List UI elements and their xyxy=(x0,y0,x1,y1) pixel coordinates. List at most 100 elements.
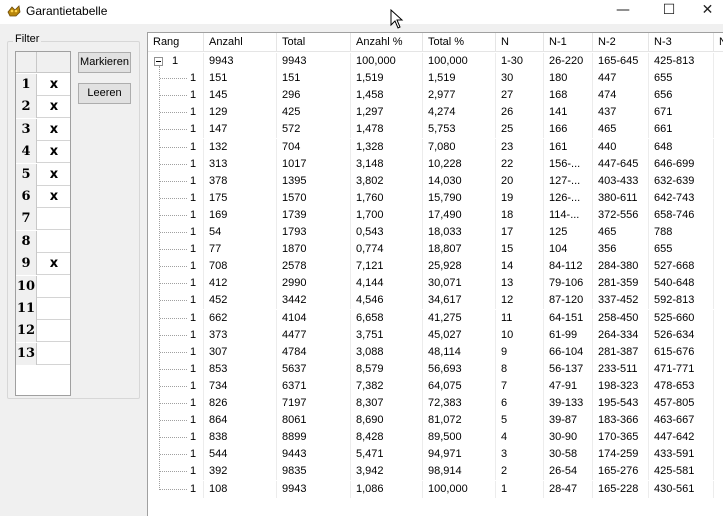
column-header[interactable]: N-2 xyxy=(593,33,649,52)
table-row[interactable]: 1 175 1570 1,760 15,790 19 126-... 380-611 642-7… xyxy=(148,189,723,207)
table-row[interactable]: 1 169 1739 1,700 17,490 18 114-... 372-556 658-7… xyxy=(148,206,723,224)
filter-row-mark[interactable]: x xyxy=(38,141,70,163)
filter-row[interactable]: 4x xyxy=(16,141,70,164)
markieren-button[interactable]: Markieren xyxy=(78,52,131,73)
table-row[interactable]: 1 864 8061 8,690 81,072 5 39-87 183-366 463-667 xyxy=(148,412,723,430)
table-cell: 4,144 xyxy=(351,275,423,293)
filter-row-mark[interactable] xyxy=(38,320,70,342)
table-cell: 6,658 xyxy=(351,309,423,327)
column-header[interactable]: N-1 xyxy=(544,33,593,52)
table-cell: 3,751 xyxy=(351,326,423,344)
filter-row-mark[interactable] xyxy=(38,276,70,298)
filter-row-mark[interactable]: x xyxy=(38,164,70,186)
table-row[interactable]: 1 313 1017 3,148 10,228 22 156-... 447-645 646-6… xyxy=(148,155,723,173)
tree-connector xyxy=(160,129,187,131)
table-row[interactable]: 1 307 4784 3,088 48,114 9 66-104 281-387 615-676 xyxy=(148,343,723,361)
filter-row-mark[interactable] xyxy=(38,343,70,365)
table-cell: 34,617 xyxy=(423,292,496,310)
table-row[interactable]: 1 392 9835 3,942 98,914 2 26-54 165-276 425-581 xyxy=(148,463,723,481)
filter-row[interactable]: 5x xyxy=(16,163,70,186)
table-row[interactable]: 1 452 3442 4,546 34,617 12 87-120 337-452 592-81… xyxy=(148,292,723,310)
table-row[interactable]: 1 129 425 1,297 4,274 26 141 437 671 xyxy=(148,104,723,122)
collapse-icon[interactable] xyxy=(154,57,163,66)
column-header[interactable]: Anzahl % xyxy=(351,33,423,52)
table-cell: 166 xyxy=(544,121,593,139)
filter-grid[interactable]: 1 x 2 x 3 x 4 x 5 x 6 x 7 8 9 x 10 11 12 13 xyxy=(15,51,71,396)
close-button[interactable]: ✕ xyxy=(692,0,723,22)
table-row[interactable]: 1 708 2578 7,121 25,928 14 84-112 284-380 527-66… xyxy=(148,258,723,276)
table-cell: 18 xyxy=(496,206,544,224)
filter-row[interactable]: 12 xyxy=(16,320,70,343)
filter-row-mark[interactable]: x xyxy=(38,119,70,141)
filter-row[interactable]: 10 xyxy=(16,275,70,298)
table-cell xyxy=(714,446,723,463)
column-header[interactable]: Total xyxy=(277,33,351,52)
table-cell: 7,121 xyxy=(351,258,423,276)
filter-row-mark[interactable] xyxy=(38,231,70,253)
table-cell: 3442 xyxy=(277,292,351,310)
column-header[interactable]: Anzahl xyxy=(204,33,277,52)
table-cell: 1017 xyxy=(277,155,351,173)
column-header[interactable]: N xyxy=(714,33,723,52)
column-header[interactable]: N xyxy=(496,33,544,52)
table-cell: 100,000 xyxy=(423,480,496,498)
table-cell: 125 xyxy=(544,224,593,241)
table-cell: 1 xyxy=(496,480,544,498)
filter-row[interactable]: 1x xyxy=(16,74,70,96)
table-cell: 2990 xyxy=(277,275,351,293)
filter-row-mark[interactable]: x xyxy=(38,186,70,208)
table-row[interactable]: 1 147 572 1,478 5,753 25 166 465 661 xyxy=(148,121,723,139)
filter-row[interactable]: 2x xyxy=(16,96,70,119)
table-row[interactable]: 1 378 1395 3,802 14,030 20 127-... 403-433 632-6… xyxy=(148,172,723,190)
table-row[interactable]: 1 54 1793 0,543 18,033 17 125 465 788 xyxy=(148,224,723,241)
leeren-button[interactable]: Leeren xyxy=(78,83,131,104)
table-row[interactable]: 1 662 4104 6,658 41,275 11 64-151 258-450 525-66… xyxy=(148,309,723,327)
column-header[interactable]: N-3 xyxy=(649,33,714,52)
table-cell: 544 xyxy=(204,446,277,464)
minimize-button[interactable]: — xyxy=(600,0,646,22)
table-row[interactable]: 1 145 296 1,458 2,977 27 168 474 656 xyxy=(148,87,723,105)
table-cell: 1,086 xyxy=(351,480,423,498)
table-cell: 30,071 xyxy=(423,275,496,293)
filter-row-mark[interactable]: x xyxy=(38,253,70,275)
filter-row[interactable]: 9x xyxy=(16,253,70,276)
table-cell: 64-151 xyxy=(544,309,593,327)
table-row[interactable]: 1 373 4477 3,751 45,027 10 61-99 264-334 526-634 xyxy=(148,326,723,344)
table-cell: 66-104 xyxy=(544,343,593,361)
table-cell: 281-359 xyxy=(593,275,649,293)
table-cell xyxy=(714,224,723,241)
table-row[interactable]: 1 826 7197 8,307 72,383 6 39-133 195-543 457-805 xyxy=(148,395,723,412)
table-row[interactable]: 1 838 8899 8,428 89,500 4 30-90 170-365 447-642 xyxy=(148,429,723,447)
table-cell: 372-556 xyxy=(593,206,649,224)
garantie-tree-table[interactable]: Rang Anzahl Total Anzahl % Total % N N-1 N-2 N-3… xyxy=(147,32,723,516)
table-cell: 5,471 xyxy=(351,446,423,464)
maximize-button[interactable]: ☐ xyxy=(646,0,692,22)
filter-row-mark[interactable]: x xyxy=(38,74,70,96)
filter-row[interactable]: 11 xyxy=(16,298,70,320)
table-cell: 100,000 xyxy=(351,53,423,70)
filter-row[interactable]: 3x xyxy=(16,118,70,141)
mouse-cursor-icon xyxy=(390,9,404,29)
column-header[interactable]: Rang xyxy=(148,33,204,52)
column-header[interactable]: Total % xyxy=(423,33,496,52)
table-row[interactable]: 1 108 9943 1,086 100,000 1 28-47 165-228 430-561 xyxy=(148,480,723,498)
filter-row[interactable]: 6x xyxy=(16,186,70,208)
table-row[interactable]: 1 412 2990 4,144 30,071 13 79-106 281-359 540-64… xyxy=(148,275,723,293)
table-cell: 165-228 xyxy=(593,480,649,498)
table-cell: 1,519 xyxy=(423,70,496,88)
filter-row[interactable]: 7 xyxy=(16,208,70,231)
filter-row-mark[interactable]: x xyxy=(38,96,70,118)
table-row[interactable]: 1 544 9443 5,471 94,971 3 30-58 174-259 433-591 xyxy=(148,446,723,464)
table-row[interactable]: 1 853 5637 8,579 56,693 8 56-137 233-511 471-771 xyxy=(148,360,723,378)
table-row[interactable]: 1 151 151 1,519 1,519 30 180 447 655 xyxy=(148,70,723,88)
table-row[interactable]: 1 77 1870 0,774 18,807 15 104 356 655 xyxy=(148,241,723,259)
tree-root-row[interactable]: 1 9943 9943 100,000 100,000 1-30 26-220 165-645… xyxy=(148,53,723,70)
filter-row-mark[interactable] xyxy=(38,208,70,230)
table-row[interactable]: 1 734 6371 7,382 64,075 7 47-91 198-323 478-653 xyxy=(148,377,723,395)
filter-row[interactable]: 13 xyxy=(16,342,70,365)
filter-row[interactable]: 8 xyxy=(16,230,70,253)
table-cell xyxy=(714,310,723,327)
filter-row-mark[interactable] xyxy=(38,298,70,320)
table-cell: 7,382 xyxy=(351,377,423,395)
table-row[interactable]: 1 132 704 1,328 7,080 23 161 440 648 xyxy=(148,138,723,156)
